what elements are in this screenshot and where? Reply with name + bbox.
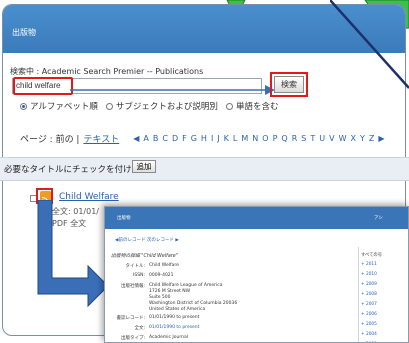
radio-subject[interactable]: サブジェクトおよび説明別	[105, 100, 218, 112]
year-link[interactable]: + 2009	[361, 282, 406, 287]
issues-heading: すべての号	[361, 253, 383, 258]
detail-field-value: 0009-4021	[149, 273, 174, 278]
detail-field-value: Washington District of Columbia 20036	[149, 301, 238, 306]
alphabet-link[interactable]: T	[310, 134, 315, 143]
alphabet-link[interactable]: R	[292, 134, 298, 143]
page-label: ページ : 前の |	[20, 135, 80, 145]
detail-field-label: 全文:	[134, 326, 145, 331]
radio-button[interactable]	[225, 102, 233, 110]
detail-field-value: 01/01/1990 to present	[149, 315, 200, 320]
add-button[interactable]: 追加	[132, 160, 156, 173]
alphabet-link[interactable]: Z	[369, 134, 374, 143]
diagonal-line-decoration	[330, 0, 409, 89]
alphabet-navigation: ページ : 前の | テキスト ◀ A B C D F G H I J K L M N O P Q R S T U V W X…	[20, 132, 389, 145]
detail-field-value: Child Welfare League of America	[149, 283, 223, 288]
detail-header	[105, 207, 408, 229]
alphabet-link[interactable]: W	[339, 134, 347, 143]
year-link[interactable]: + 2011	[361, 262, 406, 267]
detail-field-value: Academic Journal	[149, 335, 188, 340]
alphabet-link[interactable]: O	[262, 134, 268, 143]
publication-detail-panel: 出版物 アシ ◀前のレコード 次のレコード ▶ 出版物の詳細 "Child We…	[104, 206, 409, 343]
alphabet-link[interactable]: N	[252, 134, 258, 143]
alphabet-link[interactable]: X	[350, 134, 355, 143]
detail-arrow-annotation	[37, 200, 109, 308]
alphabet-link[interactable]: J	[217, 134, 219, 143]
alphabet-link[interactable]: K	[224, 134, 229, 143]
alphabet-link[interactable]: D	[172, 134, 178, 143]
radio-label: サブジェクトおよび説明別	[115, 102, 218, 112]
alphabet-link[interactable]: S	[301, 134, 306, 143]
radio-word-contains[interactable]: 単語を含む	[225, 100, 279, 112]
detail-field-value: Suite 500	[149, 295, 171, 300]
radio-button[interactable]	[105, 102, 113, 110]
detail-field-label: 出版タイプ:	[120, 336, 145, 341]
alphabet-links: ◀ A B C D F G H I J K L M N O P Q R S T U V W X Y Z ▶	[133, 134, 388, 143]
alphabet-link[interactable]: C	[162, 134, 168, 143]
check-titles-label: 必要なタイトルにチェックを付ける	[4, 165, 141, 175]
alphabet-link[interactable]: B	[153, 134, 159, 143]
year-link[interactable]: + 2008	[361, 292, 406, 297]
detail-field-label: タイトル:	[125, 264, 145, 269]
page-title: 出版物	[12, 28, 36, 37]
alphabet-link[interactable]: ◀	[133, 134, 139, 143]
radio-button-selected[interactable]	[20, 102, 27, 110]
radio-alphabetical[interactable]: アルファベット順	[20, 100, 98, 112]
year-link[interactable]: + 2010	[361, 272, 406, 277]
alphabet-link[interactable]: F	[182, 134, 187, 143]
alphabet-link[interactable]: A	[143, 134, 148, 143]
search-arrow-annotation	[70, 85, 275, 95]
year-link[interactable]: + 2004	[361, 332, 406, 337]
detail-field-value: Child Welfare	[149, 263, 179, 268]
alphabet-link[interactable]: P	[273, 134, 278, 143]
alphabet-link[interactable]: H	[201, 134, 207, 143]
year-link[interactable]: + 2006	[361, 312, 406, 317]
detail-section-title: 出版物の詳細 "Child Welfare"	[111, 254, 178, 259]
search-button-highlight	[270, 72, 308, 97]
record-navigation[interactable]: ◀前のレコード 次のレコード ▶	[115, 237, 179, 243]
alphabet-link[interactable]: L	[233, 134, 237, 143]
detail-field-label: 出版社情報:	[120, 284, 145, 289]
search-context-label: 検索中 : Academic Search Premier -- Publica…	[10, 67, 204, 76]
detail-field-label: ISSN:	[133, 273, 145, 278]
detail-field-label: 書誌レコード:	[116, 316, 145, 321]
alphabet-link[interactable]: Q	[281, 134, 287, 143]
year-link[interactable]: + 2007	[361, 302, 406, 307]
year-link[interactable]: + 2005	[361, 322, 406, 327]
alphabet-link[interactable]: ▶	[378, 134, 384, 143]
detail-header-right-text: アシ	[374, 216, 383, 221]
alphabet-link[interactable]: M	[241, 134, 248, 143]
years-list: + 2011 + 2010 + 2009 + 2008 + 2007 + 2006 + 20…	[361, 262, 406, 342]
alphabet-link[interactable]: U	[319, 134, 325, 143]
detail-divider	[358, 247, 359, 342]
alphabet-link[interactable]: I	[211, 134, 213, 143]
alphabet-link[interactable]: Y	[360, 134, 365, 143]
radio-label: 単語を含む	[235, 102, 279, 112]
page-text-link[interactable]: テキスト	[83, 132, 119, 145]
alphabet-link[interactable]: G	[191, 134, 197, 143]
search-mode-radio-group: アルファベット順 サブジェクトおよび説明別 単語を含む	[20, 100, 278, 112]
search-input-highlight	[13, 77, 73, 95]
radio-label: アルファベット順	[30, 102, 98, 112]
detail-title: 出版物	[117, 216, 131, 221]
detail-field-value: 1726 M Street NW	[149, 289, 191, 294]
issues-list: すべての号 + 2011 + 2010 + 2009 + 2008 + 2007 + 20…	[361, 252, 406, 342]
detail-field-value: United States of America	[149, 307, 206, 312]
alphabet-link[interactable]: V	[329, 134, 334, 143]
detail-field-value[interactable]: 01/01/1990 to present	[149, 325, 199, 330]
